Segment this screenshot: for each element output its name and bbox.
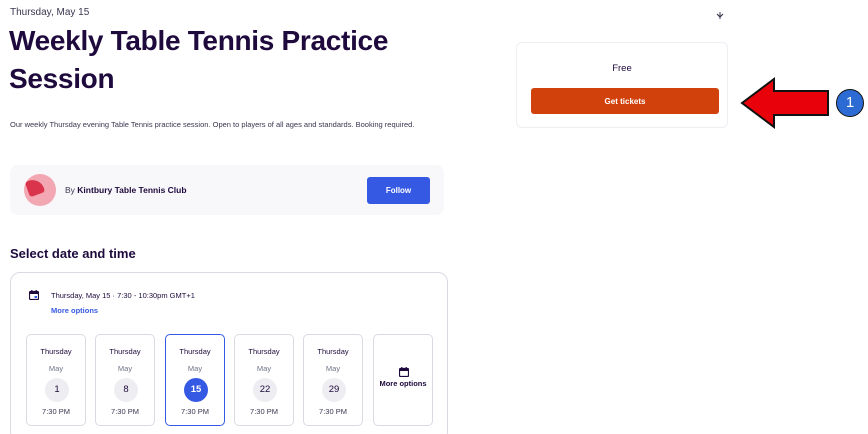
organizer-by: By [65, 185, 75, 195]
date-tile[interactable]: Thursday May 8 7:30 PM [95, 334, 155, 426]
date-tile-weekday: Thursday [179, 347, 211, 356]
selected-date-time: Thursday, May 15 · 7:30 - 10:30pm GMT+1 [51, 291, 195, 300]
more-options-tile-label: More options [379, 379, 427, 388]
date-tile-month: May [256, 364, 272, 373]
organizer-card: By Kintbury Table Tennis Club Follow [10, 165, 444, 215]
date-tile-day: 15 [184, 378, 208, 402]
date-tile-month: May [187, 364, 203, 373]
more-options-tile[interactable]: More options [373, 334, 433, 426]
date-tile-weekday: Thursday [109, 347, 141, 356]
organizer-avatar[interactable] [24, 174, 56, 206]
date-tile-time: 7:30 PM [181, 407, 209, 416]
event-date: Thursday, May 15 [10, 7, 90, 18]
follow-button[interactable]: Follow [367, 177, 430, 204]
date-tile-selected[interactable]: Thursday May 15 7:30 PM [165, 334, 225, 426]
organizer-name[interactable]: Kintbury Table Tennis Club [77, 185, 186, 195]
get-tickets-button[interactable]: Get tickets [531, 88, 719, 114]
date-tile-month: May [48, 364, 64, 373]
date-tile[interactable]: Thursday May 1 7:30 PM [26, 334, 86, 426]
date-time-card: Thursday, May 15 · 7:30 - 10:30pm GMT+1 … [10, 272, 448, 434]
arrow-left-icon [740, 77, 829, 129]
calendar-icon [29, 290, 39, 300]
organizer-label: By Kintbury Table Tennis Club [65, 185, 187, 195]
date-tile-time: 7:30 PM [111, 407, 139, 416]
date-tile-time: 7:30 PM [250, 407, 278, 416]
ticket-price: Free [612, 63, 632, 74]
date-tile-time: 7:30 PM [319, 407, 347, 416]
date-tile-day: 1 [45, 378, 69, 402]
date-tile[interactable]: Thursday May 29 7:30 PM [303, 334, 363, 426]
date-tile-month: May [325, 364, 341, 373]
calendar-icon [399, 367, 409, 377]
date-tile-day: 29 [322, 378, 346, 402]
share-icon[interactable] [716, 11, 724, 21]
event-summary: Our weekly Thursday evening Table Tennis… [10, 120, 415, 129]
date-tile-weekday: Thursday [40, 347, 72, 356]
event-title: Weekly Table Tennis Practice Session [9, 25, 389, 94]
select-date-heading: Select date and time [10, 246, 136, 261]
date-tile-month: May [117, 364, 133, 373]
more-options-link[interactable]: More options [51, 306, 98, 315]
date-tile-weekday: Thursday [317, 347, 349, 356]
date-tile-day: 22 [253, 378, 277, 402]
ticket-card: Free Get tickets [516, 42, 728, 128]
date-tile-day: 8 [114, 378, 138, 402]
date-tile-time: 7:30 PM [42, 407, 70, 416]
annotation-badge: 1 [836, 89, 864, 117]
date-tile[interactable]: Thursday May 22 7:30 PM [234, 334, 294, 426]
date-tile-weekday: Thursday [248, 347, 280, 356]
